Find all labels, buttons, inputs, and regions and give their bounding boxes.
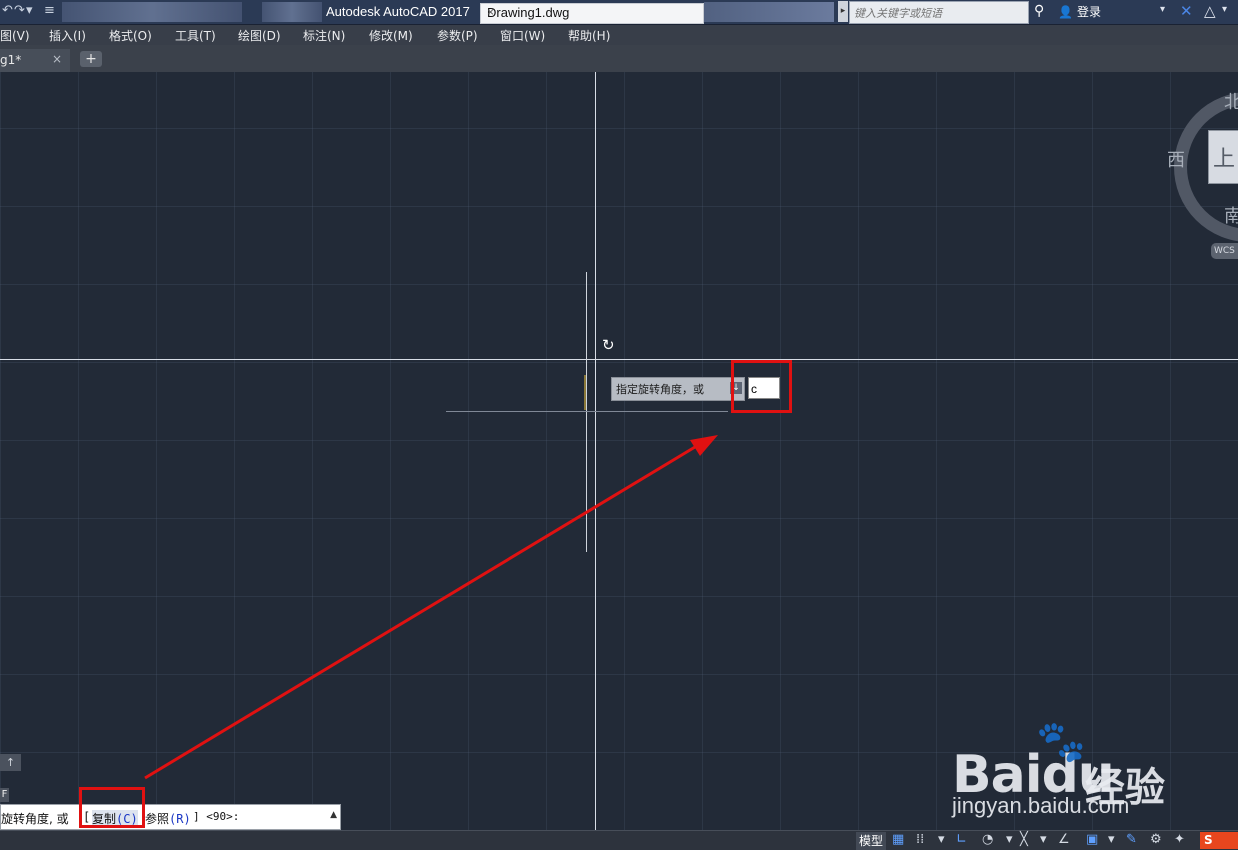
grid	[0, 72, 1238, 830]
search-input[interactable]	[850, 4, 1028, 24]
polar-icon[interactable]: ◔	[982, 832, 993, 847]
option-ref-text: 参照	[145, 812, 170, 826]
highlight-box-copy-option	[79, 787, 145, 828]
sogou-ime-icon[interactable]: S	[1200, 832, 1238, 849]
isodraft-icon[interactable]: ╳	[1020, 832, 1028, 847]
new-tab-button[interactable]: +	[80, 51, 102, 67]
chevron-down-icon[interactable]: ▾	[1222, 4, 1227, 15]
viewcube-top-face[interactable]: 上	[1208, 130, 1238, 184]
menu-view[interactable]: 图(V)	[0, 27, 30, 44]
menu-modify[interactable]: 修改(M)	[369, 27, 413, 44]
file-tab-drawing1[interactable]: g1* ×	[0, 49, 70, 72]
blurred-region	[62, 2, 242, 22]
menu-parameter[interactable]: 参数(P)	[437, 27, 478, 44]
command-history-button[interactable]: ↑	[0, 754, 21, 771]
menu-draw[interactable]: 绘图(D)	[238, 27, 281, 44]
menu-help[interactable]: 帮助(H)	[568, 27, 610, 44]
wcs-menu[interactable]: WCS	[1211, 243, 1238, 259]
object-snap-icon[interactable]: ▣	[1086, 832, 1098, 847]
menu-tools[interactable]: 工具(T)	[175, 27, 216, 44]
document-title-tab[interactable]: Drawing1.dwg ×	[480, 3, 704, 24]
search-box[interactable]	[849, 1, 1029, 24]
option-ref-key: (R)	[169, 812, 191, 826]
snap-icon[interactable]: ⁞⁞	[916, 832, 924, 847]
crosshair-horizontal	[0, 359, 1238, 360]
dynamic-input-prompt: 指定旋转角度，或 ↓	[611, 377, 745, 401]
workspace-icon[interactable]: ⚙	[1150, 832, 1162, 847]
rubber-band-line	[584, 375, 586, 410]
dropdown-icon[interactable]: ▾	[26, 3, 33, 18]
drawn-line-vertical	[586, 272, 587, 552]
chevron-down-icon[interactable]: ▾	[938, 832, 945, 847]
annotation-scale-icon[interactable]: ✎	[1126, 832, 1137, 847]
binoculars-icon[interactable]: ⚲	[1034, 3, 1044, 19]
chevron-down-icon[interactable]: ▾	[1006, 832, 1013, 847]
command-side-label: F	[0, 788, 9, 802]
menu-window[interactable]: 窗口(W)	[500, 27, 545, 44]
redo-icon[interactable]: ↷	[14, 3, 25, 18]
compass-west[interactable]: 西	[1167, 146, 1185, 172]
blurred-region	[704, 2, 834, 22]
command-prompt-prefix: 旋转角度, 或	[1, 812, 69, 826]
customize-icon[interactable]: ≡	[44, 3, 55, 18]
sign-in-label: 登录	[1076, 5, 1101, 19]
title-bar: ↶ ↷ ▾ ≡ Autodesk AutoCAD 2017 Drawing1.d…	[0, 0, 1238, 25]
crosshair-vertical	[595, 72, 596, 830]
annotation-visibility-icon[interactable]: ✦	[1174, 832, 1185, 847]
ortho-icon[interactable]: ∟	[956, 832, 967, 847]
chevron-down-icon[interactable]: ▾	[1160, 4, 1165, 15]
blurred-region	[262, 2, 322, 22]
watermark-url: jingyan.baidu.com	[952, 793, 1130, 818]
object-snap-tracking-icon[interactable]: ∠	[1058, 832, 1070, 847]
close-icon[interactable]: ×	[487, 5, 697, 19]
exchange-icon[interactable]: ✕	[1180, 2, 1193, 20]
baidu-paw-icon: 🐾	[1036, 719, 1086, 765]
command-prompt-suffix: ] <90>:	[193, 810, 240, 823]
prompt-text: 指定旋转角度，或	[616, 383, 704, 396]
compass-south[interactable]: 南	[1224, 202, 1238, 228]
user-icon: 👤	[1058, 5, 1073, 19]
command-option-reference[interactable]: 参照(R)	[145, 810, 191, 827]
command-recent-icon[interactable]: ▲	[330, 810, 337, 820]
viewcube-face-label: 上	[1213, 147, 1236, 172]
search-expand-icon[interactable]: ▸	[838, 1, 848, 22]
compass-north[interactable]: 北	[1224, 88, 1238, 114]
file-tab-bar: g1* × +	[0, 45, 1238, 72]
a360-icon[interactable]: △	[1204, 2, 1216, 20]
drawn-line-horizontal	[446, 411, 728, 412]
app-title: Autodesk AutoCAD 2017	[326, 4, 470, 19]
menu-format[interactable]: 格式(O)	[109, 27, 152, 44]
quick-access-toolbar: ↶ ↷ ▾ ≡	[0, 0, 60, 24]
rotate-cursor-icon: ↻	[602, 336, 615, 354]
chevron-down-icon[interactable]: ▾	[1108, 832, 1115, 847]
grid-icon[interactable]: ▦	[892, 832, 904, 847]
status-bar: 模型 ▦ ⁞⁞ ▾ ∟ ◔ ▾ ╳ ▾ ∠ ▣ ▾ ✎ ⚙ ✦	[0, 830, 1238, 850]
drawing-canvas[interactable]: ↻ 指定旋转角度，或 ↓ 上 北 西 南 WCS	[0, 72, 1238, 830]
chevron-down-icon[interactable]: ▾	[1040, 832, 1047, 847]
model-space-button[interactable]: 模型	[856, 832, 887, 850]
undo-icon[interactable]: ↶	[2, 3, 13, 18]
menu-bar: 图(V) 插入(I) 格式(O) 工具(T) 绘图(D) 标注(N) 修改(M)…	[0, 25, 1238, 45]
menu-dimension[interactable]: 标注(N)	[303, 27, 345, 44]
command-line[interactable]: 旋转角度, 或 [ 复制(C) 参照(R) ] <90>: ▲	[0, 804, 341, 830]
highlight-box-input	[731, 360, 792, 413]
menu-insert[interactable]: 插入(I)	[49, 27, 86, 44]
close-icon[interactable]: ×	[52, 52, 62, 66]
sign-in-button[interactable]: 👤 登录	[1058, 3, 1101, 20]
file-tab-label: g1*	[0, 53, 22, 67]
